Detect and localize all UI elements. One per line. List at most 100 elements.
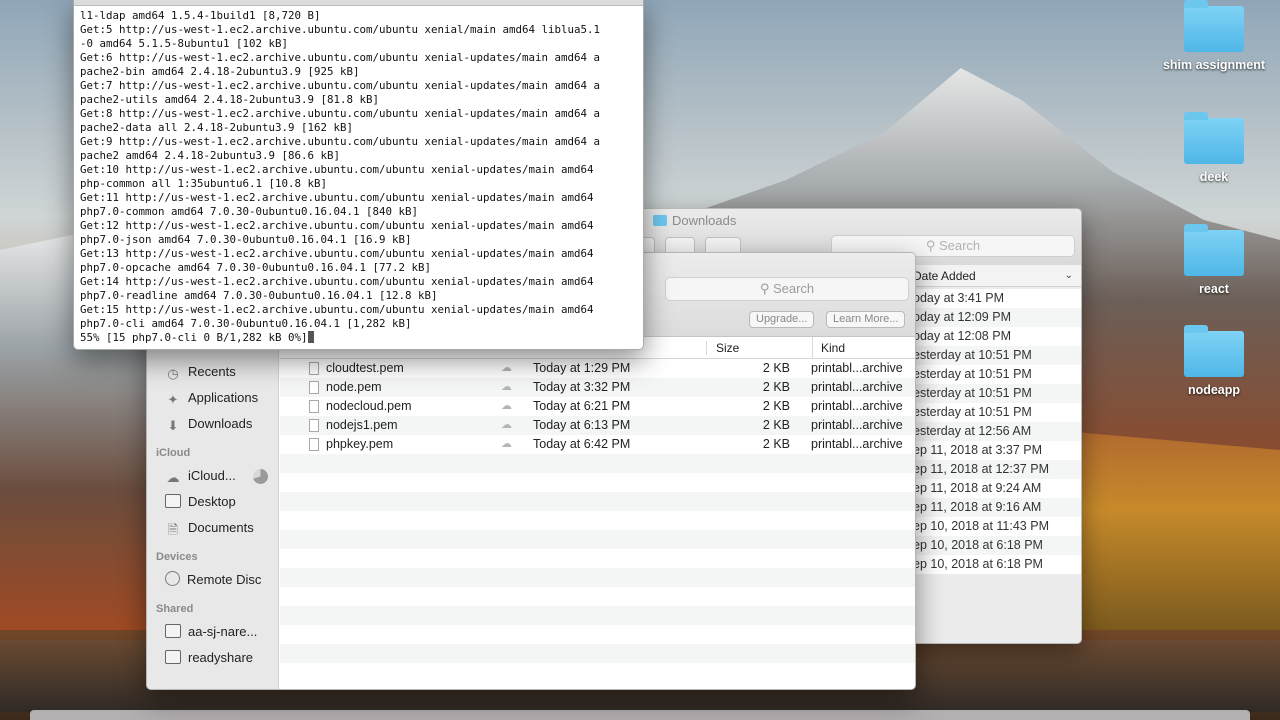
folder-icon bbox=[1184, 112, 1244, 164]
sidebar-item-icloud-drive[interactable]: ☁ iCloud... bbox=[147, 463, 278, 489]
list-item[interactable]: ep 10, 2018 at 6:18 PM bbox=[913, 536, 1081, 555]
list-item[interactable]: oday at 3:41 PM bbox=[913, 289, 1081, 308]
table-row[interactable]: node.pem ☁ Today at 3:32 PM 2 KB printab… bbox=[280, 378, 915, 397]
table-row[interactable]: nodejs1.pem ☁ Today at 6:13 PM 2 KB prin… bbox=[280, 416, 915, 435]
monitor-icon bbox=[165, 650, 181, 664]
terminal-line: Get:8 http://us-west-1.ec2.archive.ubunt… bbox=[80, 107, 601, 120]
desktop-folder-nodeapp[interactable]: nodeapp bbox=[1159, 325, 1269, 397]
desktop-folder-deek[interactable]: deek bbox=[1159, 112, 1269, 184]
list-item[interactable]: esterday at 10:51 PM bbox=[913, 403, 1081, 422]
terminal-line: Get:6 http://us-west-1.ec2.archive.ubunt… bbox=[80, 51, 601, 64]
sidebar-item-label: Downloads bbox=[188, 416, 253, 431]
learn-more-button[interactable]: Learn More... bbox=[826, 311, 906, 328]
list-item[interactable]: oday at 12:08 PM bbox=[913, 327, 1081, 346]
desktop-folder-label: deek bbox=[1199, 170, 1229, 184]
list-item[interactable]: oday at 12:09 PM bbox=[913, 308, 1081, 327]
desktop-folder-shim-assignment[interactable]: shim assignment bbox=[1159, 0, 1269, 72]
desktop-folder-react[interactable]: react bbox=[1159, 224, 1269, 296]
file-size: 2 KB bbox=[762, 399, 790, 413]
column-header-date-added[interactable]: Date Added ⌄ bbox=[913, 265, 1081, 287]
terminal-line: php7.0-common amd64 7.0.30-0ubuntu0.16.0… bbox=[80, 205, 419, 218]
terminal-line: l1-ldap amd64 1.5.4-1build1 [8,720 B] bbox=[80, 9, 321, 22]
window-title: Downloads bbox=[672, 213, 737, 228]
document-icon bbox=[309, 362, 319, 375]
list-item[interactable]: ep 11, 2018 at 9:16 AM bbox=[913, 498, 1081, 517]
terminal-window[interactable]: l1-ldap amd64 1.5.4-1build1 [8,720 B] Get… bbox=[73, 0, 644, 350]
sidebar-item-label: Remote Disc bbox=[187, 572, 262, 587]
upgrade-button[interactable]: Upgrade... bbox=[749, 311, 815, 328]
cloud-download-icon[interactable]: ☁ bbox=[501, 397, 512, 416]
file-date: Today at 3:32 PM bbox=[533, 380, 631, 394]
list-item[interactable]: esterday at 10:51 PM bbox=[913, 384, 1081, 403]
table-row[interactable]: nodecloud.pem ☁ Today at 6:21 PM 2 KB pr… bbox=[280, 397, 915, 416]
terminal-line: pache2 amd64 2.4.18-2ubuntu3.9 [86.6 kB] bbox=[80, 149, 341, 162]
sidebar-item-applications[interactable]: ✦ Applications bbox=[147, 385, 278, 411]
file-rows: cloudtest.pem ☁ Today at 1:29 PM 2 KB pr… bbox=[280, 359, 915, 663]
terminal-line: Get:7 http://us-west-1.ec2.archive.ubunt… bbox=[80, 79, 601, 92]
sidebar-item-label: Documents bbox=[188, 520, 254, 535]
dock[interactable] bbox=[30, 710, 1250, 720]
terminal-line: php-common all 1:35ubuntu6.1 [10.8 kB] bbox=[80, 177, 328, 190]
sidebar-item-remote-disc[interactable]: Remote Disc bbox=[147, 567, 278, 593]
sidebar-item-desktop[interactable]: Desktop bbox=[147, 489, 278, 515]
document-icon bbox=[309, 400, 319, 413]
list-item[interactable]: ep 10, 2018 at 11:43 PM bbox=[913, 517, 1081, 536]
empty-row bbox=[280, 473, 915, 492]
sidebar-item-readyshare[interactable]: readyshare bbox=[147, 645, 278, 671]
file-date: Today at 1:29 PM bbox=[533, 361, 631, 375]
terminal-line: pache2-bin amd64 2.4.18-2ubuntu3.9 [925 … bbox=[80, 65, 360, 78]
empty-row bbox=[280, 530, 915, 549]
sidebar-item-label: readyshare bbox=[188, 650, 254, 665]
file-kind: printabl...archive bbox=[811, 361, 903, 375]
document-icon: 🗎 bbox=[167, 522, 179, 537]
desktop-folder-label: nodeapp bbox=[1187, 383, 1241, 397]
list-item[interactable]: esterday at 10:51 PM bbox=[913, 346, 1081, 365]
sidebar-section-shared: Shared bbox=[156, 603, 194, 615]
sidebar-item-documents[interactable]: 🗎 Documents bbox=[147, 515, 278, 541]
search-placeholder: Search bbox=[772, 281, 815, 296]
cloud-download-icon[interactable]: ☁ bbox=[501, 378, 512, 397]
sidebar-section-devices: Devices bbox=[156, 551, 198, 563]
list-item[interactable]: ep 11, 2018 at 12:37 PM bbox=[913, 460, 1081, 479]
table-row[interactable]: cloudtest.pem ☁ Today at 1:29 PM 2 KB pr… bbox=[280, 359, 915, 378]
file-name: phpkey.pem bbox=[326, 437, 394, 451]
terminal-output[interactable]: l1-ldap amd64 1.5.4-1build1 [8,720 B] Get… bbox=[74, 6, 643, 345]
folder-icon bbox=[1184, 224, 1244, 276]
sidebar-item-shared-computer[interactable]: aa-sj-nare... bbox=[147, 619, 278, 645]
terminal-line: php7.0-readline amd64 7.0.30-0ubuntu0.16… bbox=[80, 289, 438, 302]
table-row[interactable]: phpkey.pem ☁ Today at 6:42 PM 2 KB print… bbox=[280, 435, 915, 454]
terminal-progress-line: 55% [15 php7.0-cli 0 B/1,282 kB 0%] bbox=[80, 331, 308, 344]
empty-row bbox=[280, 625, 915, 644]
document-icon bbox=[309, 381, 319, 394]
file-size: 2 KB bbox=[762, 361, 790, 375]
list-item[interactable]: esterday at 10:51 PM bbox=[913, 365, 1081, 384]
date-added-column: oday at 3:41 PM oday at 12:09 PM oday at… bbox=[913, 289, 1081, 574]
desktop-folder-label: react bbox=[1199, 282, 1229, 296]
cloud-download-icon[interactable]: ☁ bbox=[501, 435, 512, 454]
list-item[interactable]: esterday at 12:56 AM bbox=[913, 422, 1081, 441]
file-list: Size Kind cloudtest.pem ☁ Today at 1:29 … bbox=[280, 337, 915, 689]
empty-row bbox=[280, 587, 915, 606]
list-item[interactable]: ep 10, 2018 at 6:18 PM bbox=[913, 555, 1081, 574]
column-header-kind[interactable]: Kind bbox=[812, 337, 845, 359]
file-size: 2 KB bbox=[762, 418, 790, 432]
file-size: 2 KB bbox=[762, 380, 790, 394]
search-field[interactable]: ⚲ Search bbox=[665, 277, 909, 301]
file-kind: printabl...archive bbox=[811, 380, 903, 394]
sidebar-item-downloads[interactable]: ⬇ Downloads bbox=[147, 411, 278, 437]
terminal-line: Get:9 http://us-west-1.ec2.archive.ubunt… bbox=[80, 135, 601, 148]
terminal-line: pache2-data all 2.4.18-2ubuntu3.9 [162 k… bbox=[80, 121, 354, 134]
list-item[interactable]: ep 11, 2018 at 3:37 PM bbox=[913, 441, 1081, 460]
cloud-download-icon[interactable]: ☁ bbox=[501, 359, 512, 378]
sidebar-item-label: aa-sj-nare... bbox=[188, 624, 258, 639]
list-item[interactable]: ep 11, 2018 at 9:24 AM bbox=[913, 479, 1081, 498]
terminal-line: Get:11 http://us-west-1.ec2.archive.ubun… bbox=[80, 191, 594, 204]
sidebar-section-icloud: iCloud bbox=[156, 447, 191, 459]
sidebar-item-recents[interactable]: ◷ Recents bbox=[147, 359, 278, 385]
column-header-size[interactable]: Size bbox=[716, 337, 739, 359]
cloud-download-icon[interactable]: ☁ bbox=[501, 416, 512, 435]
file-size: 2 KB bbox=[762, 437, 790, 451]
cloud-icon: ☁ bbox=[166, 470, 180, 485]
clock-icon: ◷ bbox=[167, 366, 179, 381]
storage-pie-icon bbox=[253, 469, 268, 484]
